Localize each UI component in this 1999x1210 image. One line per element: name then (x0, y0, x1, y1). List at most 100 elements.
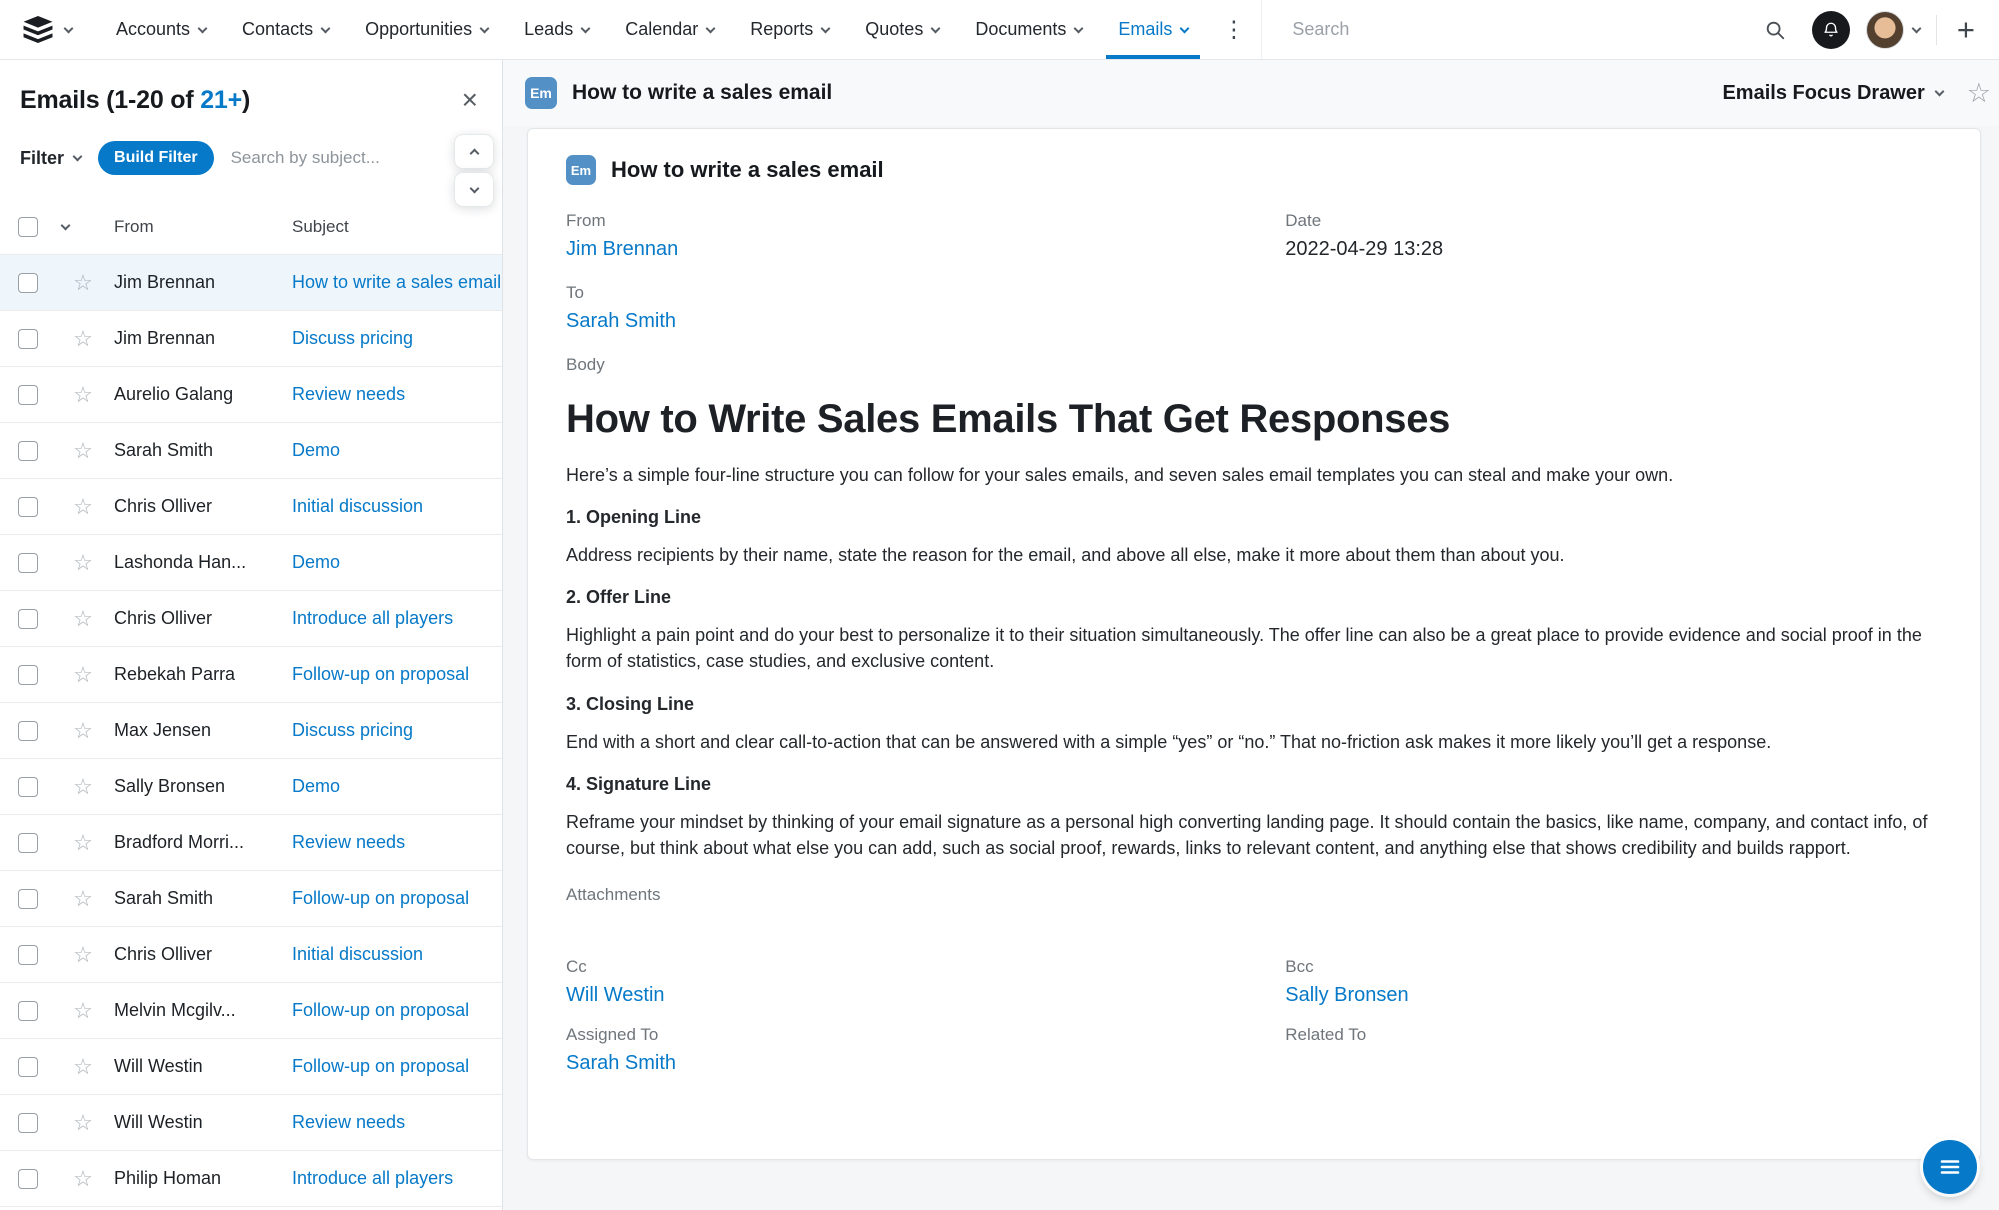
app-logo[interactable] (0, 0, 98, 59)
favorite-star-icon[interactable]: ☆ (73, 944, 93, 966)
column-header-from[interactable]: From (114, 217, 292, 237)
row-subject-link[interactable]: Initial discussion (292, 496, 502, 517)
column-header-subject[interactable]: Subject (292, 217, 502, 237)
favorite-star-icon[interactable]: ☆ (73, 664, 93, 686)
row-checkbox[interactable] (18, 385, 38, 405)
row-subject-link[interactable]: Review needs (292, 1112, 502, 1133)
table-row[interactable]: ☆ Bradford Morri... Review needs (0, 815, 502, 871)
table-row[interactable]: ☆ Chris Olliver Introduce all players (0, 591, 502, 647)
row-subject-link[interactable]: How to write a sales email (292, 272, 502, 293)
nav-item[interactable]: Quotes (847, 0, 957, 59)
row-checkbox[interactable] (18, 609, 38, 629)
favorite-star-icon[interactable]: ☆ (73, 1056, 93, 1078)
nav-item[interactable]: Opportunities (347, 0, 506, 59)
favorite-star-icon[interactable]: ☆ (73, 328, 93, 350)
row-checkbox[interactable] (18, 833, 38, 853)
favorite-star-icon[interactable]: ☆ (73, 552, 93, 574)
row-checkbox[interactable] (18, 721, 38, 741)
quick-actions-fab[interactable] (1923, 1140, 1977, 1194)
row-checkbox[interactable] (18, 1169, 38, 1189)
selection-options-chevron[interactable] (61, 220, 71, 230)
table-row[interactable]: ☆ Jim Brennan Discuss pricing (0, 311, 502, 367)
row-subject-link[interactable]: Review needs (292, 832, 502, 853)
from-link[interactable]: Jim Brennan (566, 238, 678, 261)
row-checkbox[interactable] (18, 889, 38, 909)
close-icon[interactable]: × (454, 86, 486, 114)
focus-drawer-selector[interactable]: Emails Focus Drawer (1722, 82, 1942, 105)
table-row[interactable]: ☆ Lashonda Han... Demo (0, 535, 502, 591)
row-subject-link[interactable]: Discuss pricing (292, 328, 502, 349)
row-checkbox[interactable] (18, 665, 38, 685)
nav-item[interactable]: Reports (732, 0, 847, 59)
row-checkbox[interactable] (18, 329, 38, 349)
nav-item[interactable]: Emails (1100, 0, 1206, 59)
bcc-link[interactable]: Sally Bronsen (1285, 984, 1408, 1007)
favorite-star-icon[interactable]: ☆ (73, 1168, 93, 1190)
row-subject-link[interactable]: Review needs (292, 384, 502, 405)
nav-overflow-button[interactable]: ⋮ (1206, 0, 1261, 59)
row-subject-link[interactable]: Introduce all players (292, 608, 502, 629)
row-subject-link[interactable]: Discuss pricing (292, 720, 502, 741)
row-checkbox[interactable] (18, 1113, 38, 1133)
notifications-button[interactable] (1812, 11, 1850, 49)
row-subject-link[interactable]: Follow-up on proposal (292, 1000, 502, 1021)
table-row[interactable]: ☆ Will Westin Review needs (0, 1095, 502, 1151)
filter-dropdown[interactable]: Filter (20, 148, 81, 169)
table-row[interactable]: ☆ Sarah Smith Demo (0, 423, 502, 479)
nav-item[interactable]: Contacts (224, 0, 347, 59)
favorite-star-icon[interactable]: ☆ (1967, 80, 1991, 107)
favorite-star-icon[interactable]: ☆ (73, 440, 93, 462)
row-checkbox[interactable] (18, 1057, 38, 1077)
record-count-link[interactable]: 21+ (200, 86, 242, 114)
cc-link[interactable]: Will Westin (566, 984, 665, 1007)
table-row[interactable]: ☆ Chris Olliver Initial discussion (0, 479, 502, 535)
table-row[interactable]: ☆ Jim Brennan How to write a sales email (0, 255, 502, 311)
favorite-star-icon[interactable]: ☆ (73, 1000, 93, 1022)
row-checkbox[interactable] (18, 777, 38, 797)
to-link[interactable]: Sarah Smith (566, 310, 676, 333)
row-subject-link[interactable]: Follow-up on proposal (292, 888, 502, 909)
table-row[interactable]: ☆ Sally Bronsen Demo (0, 759, 502, 815)
row-checkbox[interactable] (18, 945, 38, 965)
table-row[interactable]: ☆ Chris Olliver Initial discussion (0, 927, 502, 983)
row-subject-link[interactable]: Follow-up on proposal (292, 1056, 502, 1077)
nav-item[interactable]: Accounts (98, 0, 224, 59)
favorite-star-icon[interactable]: ☆ (73, 720, 93, 742)
row-subject-link[interactable]: Demo (292, 552, 502, 573)
table-row[interactable]: ☆ Max Jensen Discuss pricing (0, 703, 502, 759)
row-subject-link[interactable]: Initial discussion (292, 944, 502, 965)
row-subject-link[interactable]: Demo (292, 776, 502, 797)
favorite-star-icon[interactable]: ☆ (73, 272, 93, 294)
table-row[interactable]: ☆ Philip Homan Introduce all players (0, 1151, 502, 1207)
row-subject-link[interactable]: Introduce all players (292, 1168, 502, 1189)
row-subject-link[interactable]: Demo (292, 440, 502, 461)
table-row[interactable]: ☆ Aurelio Galang Review needs (0, 367, 502, 423)
row-checkbox[interactable] (18, 1001, 38, 1021)
row-checkbox[interactable] (18, 441, 38, 461)
table-row[interactable]: ☆ Sarah Smith Follow-up on proposal (0, 871, 502, 927)
quick-create-button[interactable]: + (1953, 14, 1979, 45)
table-row[interactable]: ☆ Rebekah Parra Follow-up on proposal (0, 647, 502, 703)
table-row[interactable]: ☆ Will Westin Follow-up on proposal (0, 1039, 502, 1095)
favorite-star-icon[interactable]: ☆ (73, 496, 93, 518)
favorite-star-icon[interactable]: ☆ (73, 1112, 93, 1134)
row-subject-link[interactable]: Follow-up on proposal (292, 664, 502, 685)
row-checkbox[interactable] (18, 553, 38, 573)
favorite-star-icon[interactable]: ☆ (73, 776, 93, 798)
select-all-checkbox[interactable] (18, 217, 38, 237)
nav-item[interactable]: Leads (506, 0, 607, 59)
table-row[interactable]: ☆ Melvin Mcgilv... Follow-up on proposal (0, 983, 502, 1039)
global-search-input[interactable] (1292, 19, 1754, 40)
subject-search-input[interactable] (231, 148, 482, 168)
nav-item[interactable]: Documents (957, 0, 1100, 59)
assigned-to-link[interactable]: Sarah Smith (566, 1052, 676, 1075)
nav-item[interactable]: Calendar (607, 0, 732, 59)
row-checkbox[interactable] (18, 497, 38, 517)
favorite-star-icon[interactable]: ☆ (73, 384, 93, 406)
next-page-button[interactable] (454, 172, 494, 207)
user-menu[interactable] (1866, 11, 1920, 49)
row-checkbox[interactable] (18, 273, 38, 293)
prev-page-button[interactable] (454, 134, 494, 169)
favorite-star-icon[interactable]: ☆ (73, 888, 93, 910)
favorite-star-icon[interactable]: ☆ (73, 608, 93, 630)
